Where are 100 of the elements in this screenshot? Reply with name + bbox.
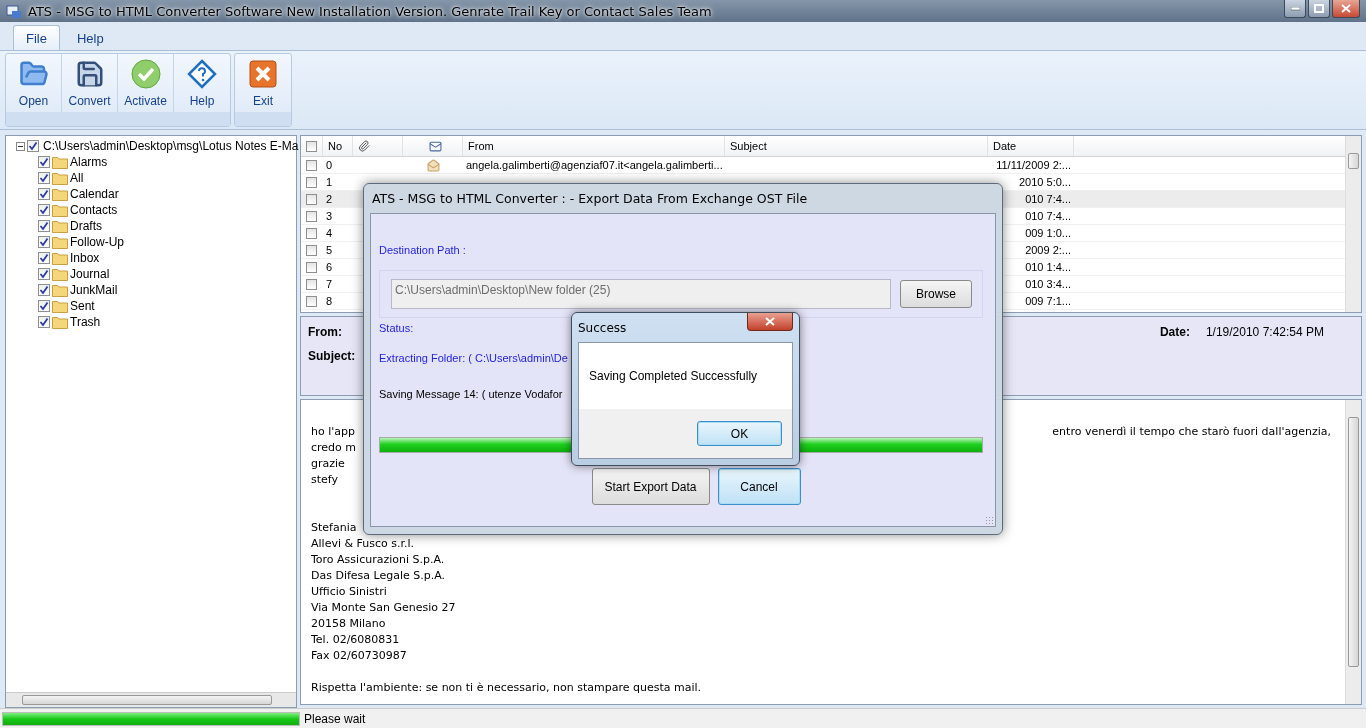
toolbar-button[interactable]: Help [174,54,230,112]
table-cell-text: 11/11/2009 2:... [995,159,1072,171]
toolbar-button[interactable]: Exit [235,54,291,112]
body-text: credo m [311,441,357,456]
maximize-icon [1314,4,1324,13]
checkbox[interactable] [38,220,50,232]
body-text: Via Monte San Genesio 27 [311,601,456,616]
checkbox[interactable] [306,140,317,152]
horizontal-scrollbar[interactable] [6,692,296,707]
tree-item[interactable]: Sent [70,299,95,313]
column-header[interactable]: No [323,136,353,156]
vertical-scrollbar[interactable] [1345,136,1361,312]
table-cell-text: 6 [325,261,334,273]
tree-item[interactable]: Trash [70,315,101,329]
folder-icon [52,219,68,233]
checkbox[interactable] [306,295,317,307]
dialog-title: Success [578,321,627,335]
body-text: stefy [311,473,338,488]
table-cell-text: angela.galimberti@agenziaf07.it<angela.galimberti... [465,159,724,171]
start-export-button[interactable]: Start Export Data [591,468,710,505]
checkbox[interactable] [306,193,317,205]
ok-button[interactable]: OK [697,421,782,446]
table-cell-text: 010 7:4... [1024,210,1072,222]
cancel-button[interactable]: Cancel [717,468,801,505]
tree-item[interactable]: Alarms [70,155,108,169]
checkbox[interactable] [306,176,317,188]
ribbon-group-footer [235,112,291,126]
app-icon [6,3,22,19]
checkbox[interactable] [306,159,317,171]
body-text: Ufficio Sinistri [311,585,387,600]
folder-icon [52,267,68,281]
checkbox[interactable] [38,300,50,312]
folder-icon [52,235,68,249]
table-cell-text: 1 [325,176,334,188]
table-cell-text: 2 [325,193,334,205]
toolbar-button[interactable]: Open [6,54,62,112]
paperclip-icon [358,140,370,152]
column-header[interactable]: Subject [725,136,988,156]
menu-tab[interactable]: Help [63,25,117,50]
table-cell-text: 5 [325,244,334,256]
toolbar-button[interactable]: Convert [62,54,118,112]
checkbox[interactable] [38,172,50,184]
checkbox[interactable] [27,140,39,152]
status-text: Please wait [304,711,366,726]
tree-item[interactable]: Drafts [70,219,102,233]
checkbox[interactable] [38,284,50,296]
table-cell-text: 2009 2:... [1024,244,1072,256]
table-cell-text: 3 [325,210,334,222]
checkbox[interactable] [306,227,317,239]
column-header[interactable]: From [463,136,725,156]
status-label: Status: [379,322,414,334]
tree-item[interactable]: Follow-Up [70,235,124,249]
body-text: Stefania [311,521,357,536]
checkbox[interactable] [38,204,50,216]
checkbox[interactable] [306,244,317,256]
menu-tab[interactable]: File [13,25,60,50]
close-icon [765,317,775,326]
vertical-scrollbar[interactable] [1345,400,1361,704]
checkbox[interactable] [38,188,50,200]
body-text: entro venerdì il tempo che starò fuori dall'agenzia, [1052,425,1331,440]
collapse-toggle[interactable] [16,141,25,151]
toolbar-button[interactable]: Activate [118,54,174,112]
tree-item[interactable]: Journal [70,267,110,281]
table-cell-text: 8 [325,295,334,307]
table-cell-text: 0 [325,159,334,171]
tree-item[interactable]: All [70,171,84,185]
tree-item[interactable]: Inbox [70,251,100,265]
tree-item[interactable]: C:\Users\admin\Desktop\msg\Lotus Notes E-Ma [43,139,299,153]
table-cell-text: 7 [325,278,334,290]
body-text: Das Difesa Legale S.p.A. [311,569,446,584]
maximize-button[interactable] [1308,0,1330,18]
date-label: Date: [1159,325,1190,339]
checkbox[interactable] [306,278,317,290]
checkbox[interactable] [306,210,317,222]
body-text: Toro Assicurazioni S.p.A. [311,553,445,568]
minimize-icon [1290,6,1300,11]
tree-item[interactable]: Contacts [70,203,118,217]
body-text: Rispetta l'ambiente: se non ti è necessario, non stampare questa mail. [311,681,701,696]
checkbox[interactable] [38,236,50,248]
checkbox[interactable] [38,316,50,328]
checkbox[interactable] [306,261,317,273]
close-icon [247,58,279,90]
table-cell-text: 009 7:1... [1024,295,1072,307]
column-header[interactable]: Date [988,136,1074,156]
close-button[interactable] [747,313,793,331]
body-text: 20158 Milano [311,617,386,632]
checkbox[interactable] [38,252,50,264]
help-icon [186,58,218,90]
minimize-button[interactable] [1284,0,1306,18]
tree-item[interactable]: JunkMail [70,283,118,297]
checkbox[interactable] [38,268,50,280]
destination-label: Destination Path : [379,244,466,256]
path-field[interactable]: C:\Users\admin\Desktop\New folder (25) [391,279,891,309]
saving-text: Saving Message 14: ( utenze Vodafor [379,388,563,400]
browse-button[interactable]: Browse [900,280,972,308]
table-cell-text: 010 7:4... [1024,193,1072,205]
tree-item[interactable]: Calendar [70,187,119,201]
close-button[interactable] [1332,0,1360,18]
table-cell-text: 4 [325,227,334,239]
checkbox[interactable] [38,156,50,168]
